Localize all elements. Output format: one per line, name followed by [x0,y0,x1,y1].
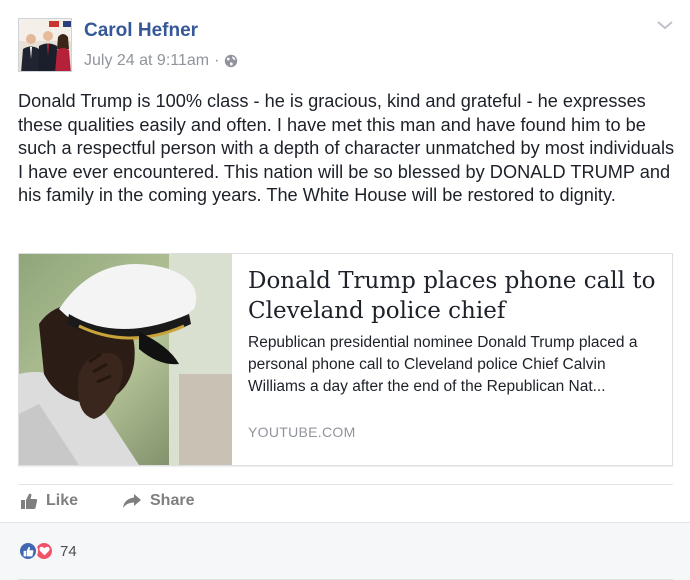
reaction-count[interactable]: 74 [60,543,77,560]
share-button[interactable]: Share [122,492,194,510]
link-preview-description: Republican presidential nominee Donald T… [248,334,638,395]
like-button[interactable]: Like [20,492,78,510]
post-timestamp[interactable]: July 24 at 9:11am [84,52,209,70]
share-arrow-icon [123,494,141,508]
like-label: Like [46,492,79,509]
author-avatar[interactable] [18,18,72,72]
thumbs-up-icon [21,493,38,509]
like-reaction-icon [18,541,38,561]
link-preview-image[interactable] [19,254,232,465]
link-preview-title[interactable]: Donald Trump places phone call to Clevel… [248,266,658,326]
reaction-summary[interactable]: 74 [18,541,77,561]
avatar-photo [19,19,71,71]
actions-divider [18,484,673,485]
post-meta: July 24 at 9:11am · [84,52,238,70]
share-label: Share [150,492,195,509]
facebook-post: Carol Hefner July 24 at 9:11am · Donald … [0,0,690,580]
author-name[interactable]: Carol Hefner [84,20,198,42]
reactions-footer: 74 [0,522,690,580]
link-preview-card[interactable]: Donald Trump places phone call to Clevel… [18,253,673,466]
meta-separator: · [214,52,220,69]
link-preview-domain: YOUTUBE.COM [248,424,356,440]
chevron-down-icon[interactable] [656,18,674,32]
globe-icon[interactable] [224,54,238,68]
post-text: Donald Trump is 100% class - he is graci… [18,91,675,205]
